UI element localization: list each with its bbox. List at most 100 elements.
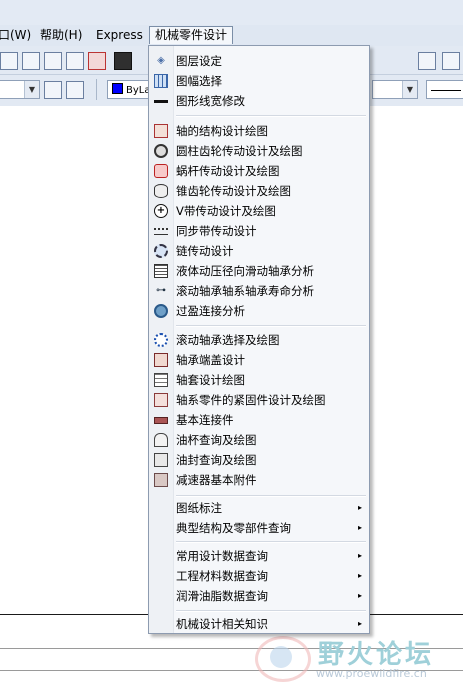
menu-item-label: 油杯查询及绘图 [176, 433, 257, 447]
menubar: 口(W) 帮助(H) Express 机械零件设计 [0, 25, 463, 47]
menu-item-reducer-accessories[interactable]: 减速器基本附件 [149, 470, 369, 490]
menu-item-sheet-select[interactable]: 图幅选择 [149, 71, 369, 91]
bearing-cover-icon [154, 353, 168, 367]
lineweight-combo[interactable] [426, 80, 463, 99]
menu-item-label: 图幅选择 [176, 74, 222, 88]
menu-item-label: 机械设计相关知识 [176, 617, 268, 631]
chevron-down-icon[interactable]: ▼ [402, 81, 417, 98]
menu-item-typical-structures[interactable]: 典型结构及零部件查询 ▸ [149, 518, 369, 538]
menu-separator [176, 325, 366, 327]
menu-express[interactable]: Express [96, 28, 143, 43]
layer-state-icon[interactable] [44, 81, 62, 99]
chain-sprocket-icon [154, 244, 168, 258]
menu-mechanical-design[interactable]: 机械零件设计 [149, 26, 234, 44]
menu-item-worm-drive[interactable]: 蜗杆传动设计及绘图 [149, 161, 369, 181]
mechanical-design-menu: ◈ 图层设定 图幅选择 图形线宽修改 轴的结构设计绘图 圆柱齿轮传动设计及绘图 … [148, 45, 370, 634]
menu-item-spur-gear[interactable]: 圆柱齿轮传动设计及绘图 [149, 141, 369, 161]
toolbar-separator [96, 79, 97, 100]
menu-item-label: 链传动设计 [176, 244, 234, 258]
menu-item-bearing-cover[interactable]: 轴承端盖设计 [149, 350, 369, 370]
menu-item-label: 滚动轴承选择及绘图 [176, 333, 280, 347]
menu-item-label: 典型结构及零部件查询 [176, 521, 291, 535]
menu-item-label: 图层设定 [176, 54, 222, 68]
matchprop-icon[interactable] [0, 52, 18, 70]
menu-item-material-data[interactable]: 工程材料数据查询 ▸ [149, 566, 369, 586]
menu-item-shaft-design[interactable]: 轴的结构设计绘图 [149, 121, 369, 141]
color-combo-value: ByLa [126, 85, 151, 96]
layer-previous-icon[interactable] [66, 81, 84, 99]
toolbar-extra-icon[interactable] [442, 52, 460, 70]
color-combo[interactable]: ByLa [107, 80, 151, 99]
menu-item-oil-seal[interactable]: 油封查询及绘图 [149, 450, 369, 470]
menu-separator [176, 610, 366, 612]
menu-item-oil-cup[interactable]: 油杯查询及绘图 [149, 430, 369, 450]
markup-icon[interactable] [88, 52, 106, 70]
oil-cup-icon [154, 433, 168, 447]
title-strip [0, 0, 463, 25]
calculator-icon[interactable] [114, 52, 132, 70]
menu-item-label: 图纸标注 [176, 501, 222, 515]
submenu-arrow-icon: ▸ [357, 551, 362, 560]
layer-combo[interactable]: ▼ [0, 80, 40, 99]
fastener-icon [154, 393, 168, 407]
layers-icon: ◈ [157, 55, 165, 66]
menu-separator [176, 115, 366, 117]
rolling-bearing-icon [154, 333, 168, 347]
toolpalette-icon[interactable] [66, 52, 84, 70]
menu-window[interactable]: 口(W) [0, 28, 31, 43]
color-swatch [112, 83, 123, 94]
properties-icon[interactable] [44, 52, 62, 70]
menu-item-label: 滚动轴承轴系轴承寿命分析 [176, 284, 314, 298]
menu-help[interactable]: 帮助(H) [40, 28, 82, 43]
menu-item-basic-connectors[interactable]: 基本连接件 [149, 410, 369, 430]
menu-item-label: 过盈连接分析 [176, 304, 245, 318]
designcenter-icon[interactable] [22, 52, 40, 70]
timing-belt-icon [154, 224, 168, 238]
menu-item-label: 油封查询及绘图 [176, 453, 257, 467]
menu-item-lubricant-data[interactable]: 润滑油脂数据查询 ▸ [149, 586, 369, 606]
connector-icon [154, 413, 168, 427]
bearing-life-icon: ⊶ [156, 285, 166, 296]
menu-item-lineweight-edit[interactable]: 图形线宽修改 [149, 91, 369, 111]
menu-item-label: 轴承端盖设计 [176, 353, 245, 367]
menu-item-sleeve-design[interactable]: 轴套设计绘图 [149, 370, 369, 390]
menu-item-label: V带传动设计及绘图 [176, 204, 276, 218]
menu-item-rolling-bearing[interactable]: 滚动轴承选择及绘图 [149, 330, 369, 350]
menu-item-interference-fit[interactable]: 过盈连接分析 [149, 301, 369, 321]
sleeve-icon [154, 373, 168, 387]
lineweight-icon [154, 94, 168, 108]
menu-item-label: 轴系零件的紧固件设计及绘图 [176, 393, 326, 407]
menu-item-bearing-life[interactable]: ⊶ 滚动轴承轴系轴承寿命分析 [149, 281, 369, 301]
menu-item-timing-belt[interactable]: 同步带传动设计 [149, 221, 369, 241]
submenu-arrow-icon: ▸ [357, 591, 362, 600]
menu-item-hydrodynamic-bearing[interactable]: 液体动压径向滑动轴承分析 [149, 261, 369, 281]
menu-item-label: 轴套设计绘图 [176, 373, 245, 387]
linetype-combo[interactable]: ▼ [372, 80, 418, 99]
menu-separator [176, 495, 366, 497]
menu-item-label: 图形线宽修改 [176, 94, 245, 108]
menu-item-bevel-gear[interactable]: 锥齿轮传动设计及绘图 [149, 181, 369, 201]
menu-separator [176, 541, 366, 543]
menu-item-label: 常用设计数据查询 [176, 549, 268, 563]
toolbar-edit-icon[interactable] [418, 52, 436, 70]
menu-item-v-belt[interactable]: + V带传动设计及绘图 [149, 201, 369, 221]
v-belt-icon: + [154, 204, 168, 218]
gear-icon [154, 144, 168, 158]
journal-bearing-icon [154, 264, 168, 278]
shaft-icon [154, 124, 168, 138]
menu-item-chain-drive[interactable]: 链传动设计 [149, 241, 369, 261]
interference-fit-icon [154, 304, 168, 318]
watermark-text: 野火论坛 [318, 640, 435, 670]
menu-item-fastener-design[interactable]: 轴系零件的紧固件设计及绘图 [149, 390, 369, 410]
worm-gear-icon [154, 164, 168, 178]
oil-seal-icon [154, 453, 168, 467]
chevron-down-icon[interactable]: ▼ [24, 81, 39, 98]
watermark-logo-inner [270, 646, 292, 668]
reducer-icon [154, 473, 168, 487]
menu-item-design-data[interactable]: 常用设计数据查询 ▸ [149, 546, 369, 566]
menu-item-design-knowledge[interactable]: 机械设计相关知识 ▸ [149, 614, 369, 634]
submenu-arrow-icon: ▸ [357, 619, 362, 628]
submenu-arrow-icon: ▸ [357, 571, 362, 580]
menu-item-drawing-annotation[interactable]: 图纸标注 ▸ [149, 498, 369, 518]
menu-item-layer-setup[interactable]: ◈ 图层设定 [149, 51, 369, 71]
